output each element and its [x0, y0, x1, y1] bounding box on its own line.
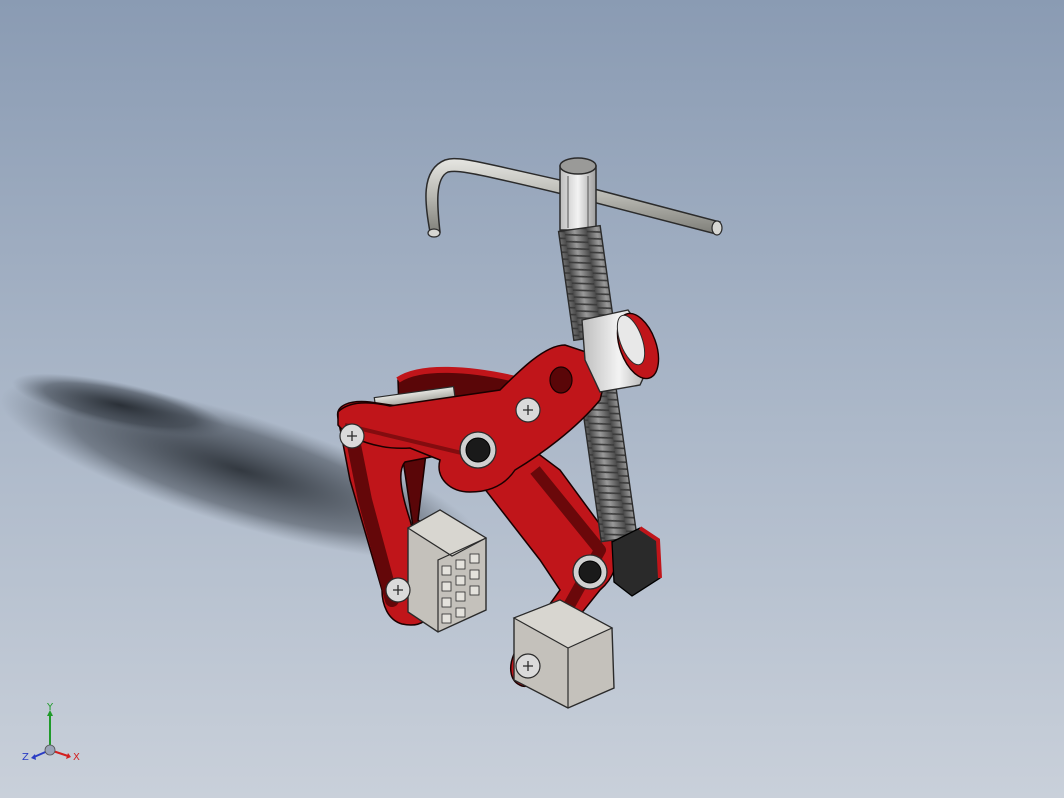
screw-head[interactable] — [559, 157, 597, 231]
reference-triad[interactable]: Y X Z — [18, 702, 88, 772]
clamp-assembly-model[interactable] — [0, 0, 1064, 798]
screw-upper-left[interactable] — [339, 423, 365, 449]
triad-origin — [44, 744, 56, 756]
pivot-bolt-center[interactable] — [459, 431, 497, 469]
screw-lower-left[interactable] — [385, 577, 411, 603]
y-axis-label: Y — [46, 702, 54, 713]
screw-lower-right[interactable] — [515, 653, 541, 679]
z-axis-label: Z — [22, 752, 29, 763]
handle-rod-end — [711, 220, 723, 236]
hex-nut[interactable] — [611, 526, 662, 597]
pivot-bolt-lower[interactable] — [572, 554, 608, 590]
screw-upper-right[interactable] — [515, 397, 541, 423]
x-axis-label: X — [73, 752, 80, 763]
lever-hole — [549, 366, 573, 394]
graphics-viewport[interactable]: Y X Z — [0, 0, 1064, 798]
handle-hook-end — [427, 228, 441, 238]
z-axis-head — [31, 754, 36, 760]
